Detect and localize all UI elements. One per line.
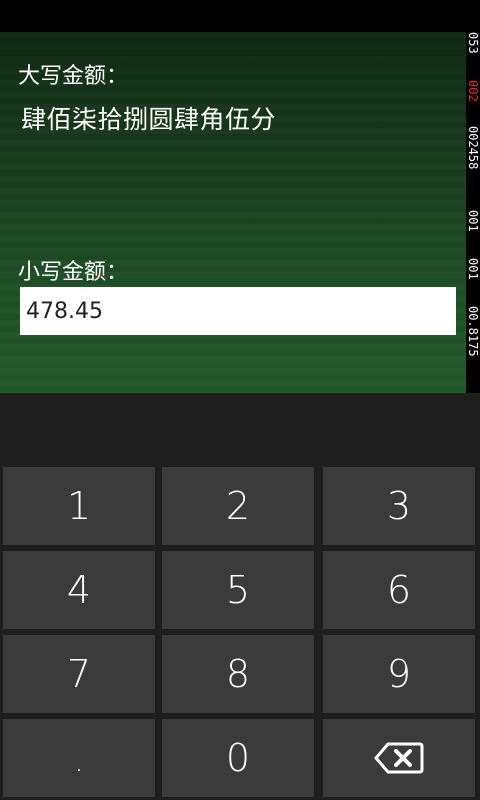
numeric-keypad: 1 2 3 4 5 6 7 8 9 . 0 xyxy=(0,393,480,800)
debug-counter-1: 053 xyxy=(466,32,480,54)
lowercase-amount-label: 小写金额： xyxy=(18,260,129,285)
converter-panel: 大写金额： 肆佰柒拾捌圆肆角伍分 小写金额： 053 002 002458 00… xyxy=(0,32,480,393)
key-2[interactable]: 2 xyxy=(162,467,314,545)
key-decimal[interactable]: . xyxy=(3,719,155,797)
key-9[interactable]: 9 xyxy=(323,635,475,713)
key-6[interactable]: 6 xyxy=(323,551,475,629)
amount-input[interactable] xyxy=(20,287,456,335)
status-bar xyxy=(0,0,480,32)
key-5[interactable]: 5 xyxy=(162,551,314,629)
uppercase-amount-value: 肆佰柒拾捌圆肆角伍分 xyxy=(21,105,277,134)
debug-counter-5: 001 xyxy=(466,258,480,280)
key-0[interactable]: 0 xyxy=(162,719,314,797)
backspace-button[interactable] xyxy=(323,719,475,797)
debug-counter-4: 001 xyxy=(466,210,480,232)
key-1[interactable]: 1 xyxy=(3,467,155,545)
key-7[interactable]: 7 xyxy=(3,635,155,713)
key-8[interactable]: 8 xyxy=(162,635,314,713)
backspace-icon xyxy=(374,742,424,774)
debug-counter-6: 00.8175 xyxy=(466,306,480,357)
uppercase-amount-label: 大写金额： xyxy=(18,64,129,89)
debug-counter-2: 002 xyxy=(466,80,480,102)
key-4[interactable]: 4 xyxy=(3,551,155,629)
debug-counter-3: 002458 xyxy=(466,126,480,170)
key-3[interactable]: 3 xyxy=(323,467,475,545)
frame-rate-counter: 053 002 002458 001 001 00.8175 xyxy=(466,32,480,393)
